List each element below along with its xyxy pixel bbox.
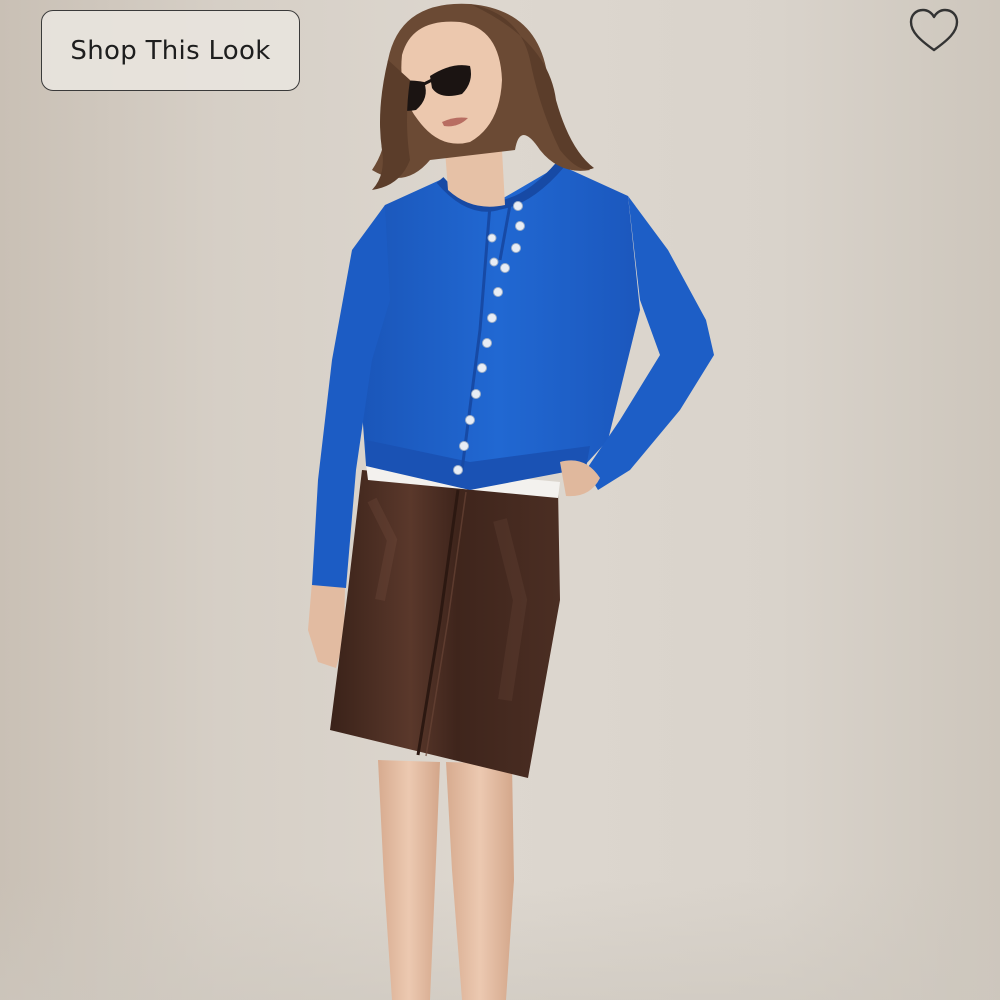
leather-skirt [330, 470, 560, 778]
model-hand-left [308, 582, 345, 668]
model-legs [378, 760, 514, 1000]
product-photo[interactable] [0, 0, 1000, 1000]
product-image-viewport: Shop This Look [0, 0, 1000, 1000]
heart-outline-icon [909, 8, 959, 52]
wishlist-button[interactable] [906, 6, 962, 56]
shop-this-look-button[interactable]: Shop This Look [41, 10, 300, 91]
